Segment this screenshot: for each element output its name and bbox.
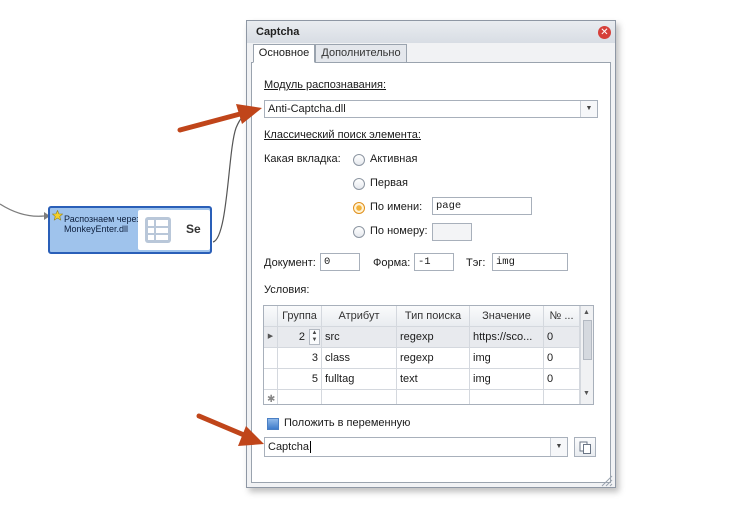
document-input[interactable]: 0 [320, 253, 360, 271]
captcha-dialog: Captcha ✕ Основное Дополнительно Модуль … [246, 20, 616, 488]
row-indicator: ▶ [264, 327, 278, 348]
grid-cell-attribute[interactable]: class [322, 348, 397, 369]
grid-header-group[interactable]: Группа [278, 306, 322, 327]
save-variable-checkbox[interactable] [267, 418, 279, 430]
document-label: Документ: [264, 257, 316, 269]
conditions-label: Условия: [264, 284, 310, 296]
which-tab-label: Какая вкладка: [264, 153, 341, 165]
scroll-down-icon[interactable]: ▼ [583, 390, 590, 397]
new-row-icon: ✱ [264, 390, 278, 404]
tag-label: Тэг: [466, 257, 486, 269]
radio-first[interactable] [353, 178, 365, 190]
tag-input[interactable]: img [492, 253, 568, 271]
module-dropdown[interactable]: Anti-Captcha.dll ▼ [264, 100, 598, 118]
resize-grip-icon[interactable] [599, 473, 613, 487]
radio-active-label: Активная [370, 153, 418, 165]
radio-by-number[interactable] [353, 226, 365, 238]
action-node[interactable]: Распознаем через MonkeyEnter.dll Se [48, 206, 212, 254]
grid-cell-value[interactable]: img [470, 369, 544, 390]
grid-corner [264, 306, 278, 327]
grid-cell-number[interactable]: 0 [544, 348, 580, 369]
scroll-up-icon[interactable]: ▲ [583, 309, 590, 316]
radio-by-name-label: По имени: [370, 201, 423, 213]
grid-cell-search-type[interactable]: text [397, 369, 470, 390]
grid-new-cell[interactable] [544, 390, 580, 404]
group-spinner[interactable]: ▲ ▼ [309, 329, 320, 345]
grid-cell-search-type[interactable]: regexp [397, 348, 470, 369]
grid-header-search-type[interactable]: Тип поиска [397, 306, 470, 327]
tab-advanced[interactable]: Дополнительно [315, 44, 407, 63]
grid-header-number[interactable]: № ... [544, 306, 580, 327]
star-icon [52, 210, 63, 221]
grid-cell-search-type[interactable]: regexp [397, 327, 470, 348]
grid-cell-group[interactable]: 3 [278, 348, 322, 369]
copy-icon [579, 441, 591, 454]
text-cursor [309, 441, 311, 453]
conditions-grid[interactable]: Группа Атрибут Тип поиска Значение № ...… [263, 305, 594, 405]
grid-cell-attribute[interactable]: fulltag [322, 369, 397, 390]
grid-cell-value[interactable]: https://sco... [470, 327, 544, 348]
module-label: Модуль распознавания: [264, 79, 387, 91]
radio-first-label: Первая [370, 177, 408, 189]
tab-name-input[interactable]: page [432, 197, 532, 215]
classic-search-label: Классический поиск элемента: [264, 129, 421, 141]
radio-by-name[interactable] [353, 202, 365, 214]
node-label: Распознаем через MonkeyEnter.dll [64, 214, 141, 234]
node-tile: Se [138, 210, 210, 250]
node-tile-text: Se [186, 222, 201, 236]
grid-cell-attribute[interactable]: src [322, 327, 397, 348]
grid-cell-group[interactable]: 5 [278, 369, 322, 390]
grid-cell-number[interactable]: 0 [544, 369, 580, 390]
form-input[interactable]: -1 [414, 253, 454, 271]
close-icon[interactable]: ✕ [598, 26, 611, 39]
variable-dropdown[interactable]: Captcha ▼ [264, 437, 568, 457]
save-variable-label: Положить в переменную [284, 417, 411, 429]
grid-scrollbar[interactable]: ▲ ▼ [580, 306, 593, 404]
module-value: Anti-Captcha.dll [268, 103, 346, 115]
grid-new-cell[interactable] [322, 390, 397, 404]
form-label: Форма: [373, 257, 411, 269]
chevron-down-icon[interactable]: ▼ [550, 438, 567, 456]
radio-active[interactable] [353, 154, 365, 166]
chevron-down-icon[interactable]: ▼ [580, 101, 597, 117]
grid-header-attribute[interactable]: Атрибут [322, 306, 397, 327]
tab-number-input[interactable] [432, 223, 472, 241]
tab-basic[interactable]: Основное [253, 44, 315, 63]
grid-new-cell[interactable] [278, 390, 322, 404]
row-indicator [264, 369, 278, 390]
grid-cell-value[interactable]: img [470, 348, 544, 369]
dialog-title: Captcha [256, 26, 300, 38]
radio-by-number-label: По номеру: [370, 225, 428, 237]
row-indicator [264, 348, 278, 369]
incoming-connector [0, 203, 45, 217]
grid-header-value[interactable]: Значение [470, 306, 544, 327]
scrollbar-thumb[interactable] [583, 320, 592, 360]
dialog-titlebar[interactable]: Captcha ✕ [247, 21, 615, 43]
copy-button[interactable] [574, 437, 596, 457]
variable-value: Captcha [268, 441, 309, 453]
table-icon [145, 217, 171, 243]
grid-new-cell[interactable] [397, 390, 470, 404]
grid-cell-number[interactable]: 0 [544, 327, 580, 348]
grid-new-cell[interactable] [470, 390, 544, 404]
